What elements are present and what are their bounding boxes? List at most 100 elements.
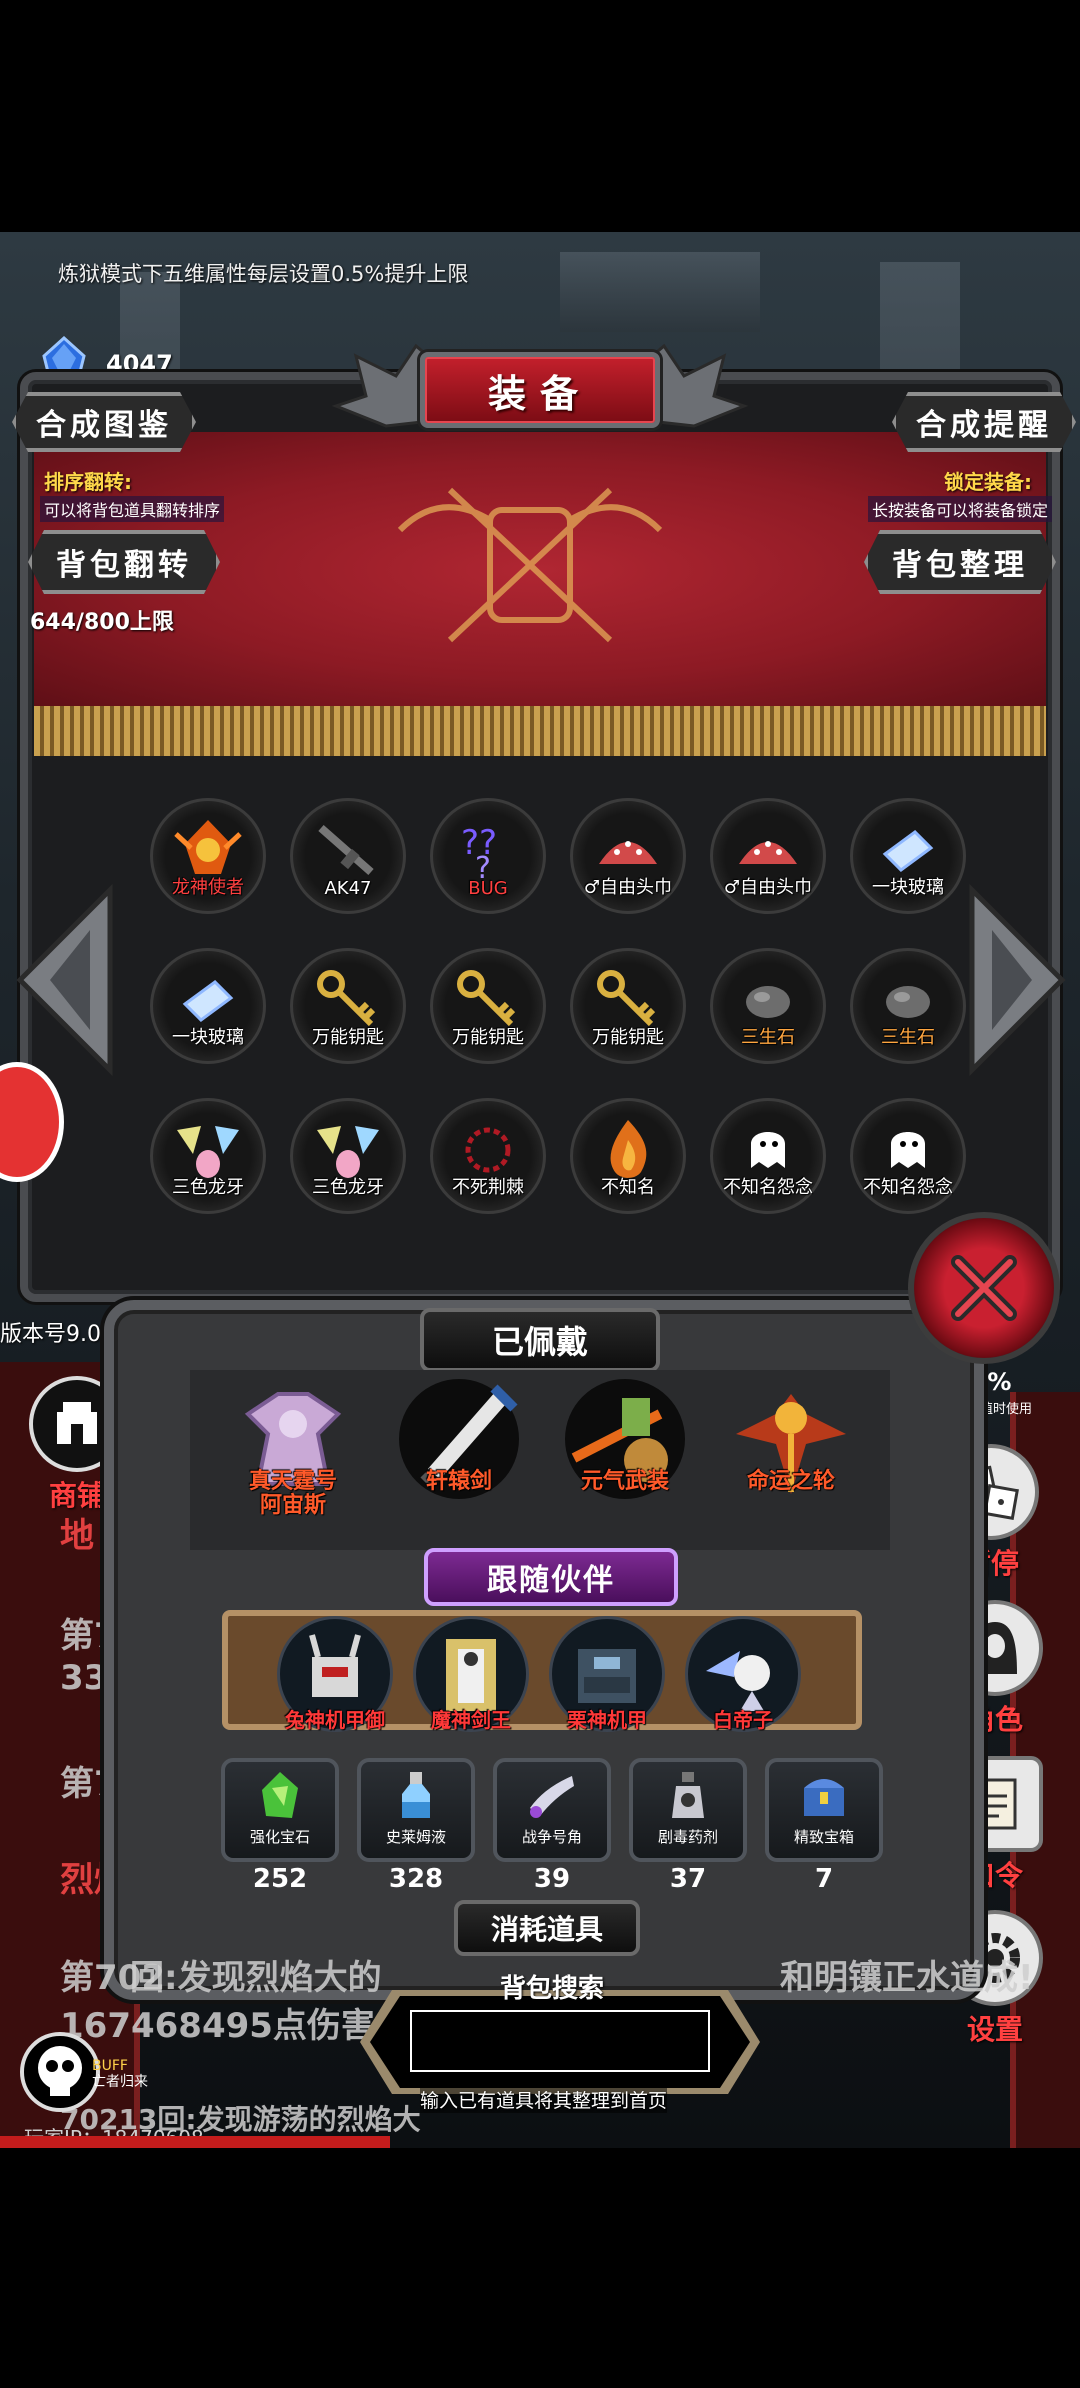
potion-icon [402, 1772, 430, 1818]
item-slot[interactable]: 三色龙牙 [278, 1098, 418, 1216]
item-slot[interactable]: 一块玻璃 [138, 948, 278, 1066]
consumable-name: 精致宝箱 [793, 1828, 854, 1846]
previous-page-arrow-icon[interactable] [10, 880, 120, 1080]
equipped-slot[interactable]: 真天霆号 阿宙斯 [218, 1374, 368, 1534]
item-slot[interactable]: 不知名 [558, 1098, 698, 1216]
item-label: ♂自由头巾 [723, 877, 813, 898]
item-label: 龙神使者 [172, 877, 244, 898]
equipped-label-line1: 轩辕剑 [425, 1469, 492, 1494]
consumable-slot[interactable]: 史莱姆液 328 [354, 1758, 478, 1896]
lock-equip-title: 锁定装备: [944, 470, 1032, 494]
item-label: BUG [468, 878, 508, 899]
question-bug-icon: ??? [461, 823, 497, 886]
search-label: 背包搜索 [500, 1974, 605, 2004]
item-grid: 龙神使者 AK47 ??? BUG ♂自由头巾 ♂自由头巾 一块玻璃 一块玻璃 … [138, 798, 968, 1216]
flip-bag-button[interactable]: 背包翻转 [28, 530, 220, 594]
log-line: 回:发现烈焰大的 [130, 1958, 382, 1998]
item-label: ♂自由头巾 [583, 877, 673, 898]
consumable-count: 39 [533, 1864, 571, 1894]
item-slot[interactable]: 不死荆棘 [418, 1098, 558, 1216]
sort-flip-title: 排序翻转: [44, 470, 132, 494]
item-label: 不知名怨念 [723, 1177, 813, 1198]
item-label: 不知名 [601, 1177, 655, 1198]
item-slot[interactable]: 万能钥匙 [558, 948, 698, 1066]
item-slot[interactable]: 龙神使者 [138, 798, 278, 916]
item-slot[interactable]: AK47 [278, 798, 418, 916]
equipped-label: 元气武装 [581, 1470, 669, 1494]
chest-icon [804, 1779, 844, 1816]
banner-fringe [34, 706, 1046, 756]
synthesis-guide-button[interactable]: 合成图鉴 [12, 392, 196, 452]
equipped-slot[interactable]: 元气武装 [550, 1374, 700, 1534]
poison-icon [672, 1772, 704, 1818]
health-bar [0, 2136, 390, 2148]
equipped-label: 轩辕剑 [426, 1470, 492, 1494]
sort-flip-hint: 可以将背包道具翻转排序 [40, 496, 225, 522]
buff-label: BUFF 亡者归来 [92, 2058, 148, 2090]
war-horn-icon [530, 1776, 574, 1818]
item-slot[interactable]: 一块玻璃 [838, 798, 978, 916]
search-hint: 输入已有道具将其整理到首页 [420, 2086, 668, 2113]
item-label: 三生石 [741, 1027, 795, 1048]
log-line: 和明镶正水道成! [780, 1958, 1034, 1998]
item-slot[interactable]: 万能钥匙 [278, 948, 418, 1066]
equipped-label: 命运之轮 [747, 1470, 835, 1494]
item-label: 不死荆棘 [452, 1177, 524, 1198]
item-label: AK47 [324, 878, 372, 899]
item-slot[interactable]: 万能钥匙 [418, 948, 558, 1066]
companion-slot[interactable]: 栗神机甲 [542, 1616, 672, 1742]
item-label: 一块玻璃 [872, 877, 944, 898]
log-line: 地 [60, 1516, 94, 1556]
equipped-title-text: 已佩戴 [491, 1323, 588, 1361]
item-slot[interactable]: 三色龙牙 [138, 1098, 278, 1216]
bag-search-input[interactable] [410, 2010, 710, 2072]
bag-capacity: 644/800上限 [30, 610, 174, 635]
organize-bag-button[interactable]: 背包整理 [864, 530, 1056, 594]
item-slot[interactable]: 三生石 [698, 948, 838, 1066]
item-label: 万能钥匙 [312, 1027, 384, 1048]
consumables-title-text: 消耗道具 [490, 1913, 603, 1946]
close-button[interactable] [908, 1212, 1060, 1364]
flip-bag-label: 背包翻转 [56, 548, 192, 583]
item-slot[interactable]: ♂自由头巾 [698, 798, 838, 916]
item-slot[interactable]: ??? BUG [418, 798, 558, 916]
consumable-name: 强化宝石 [249, 1828, 310, 1846]
buff-skull-icon[interactable] [20, 2032, 100, 2112]
panel-title: 装备 [420, 352, 660, 428]
equipped-slot[interactable]: 命运之轮 [716, 1374, 866, 1534]
item-slot[interactable]: ♂自由头巾 [558, 798, 698, 916]
close-icon [951, 1255, 1017, 1321]
equipped-title: 已佩戴 [420, 1308, 660, 1372]
consumable-slot[interactable]: 战争号角 39 [490, 1758, 614, 1896]
next-page-arrow-icon[interactable] [962, 880, 1072, 1080]
top-notice: 炼狱模式下五维属性每层设置0.5%提升上限 [58, 262, 469, 286]
lock-equip-hint: 长按装备可以将装备锁定 [868, 496, 1053, 522]
synthesis-reminder-button[interactable]: 合成提醒 [892, 392, 1076, 452]
synthesis-reminder-label: 合成提醒 [916, 408, 1052, 443]
companion-label: 魔神剑王 [431, 1708, 511, 1732]
companions-title-text: 跟随伙伴 [487, 1563, 615, 1598]
item-label: 三色龙牙 [172, 1177, 244, 1198]
companion-label: 栗神机甲 [567, 1708, 647, 1732]
companion-slot[interactable]: 白帝子 [678, 1616, 808, 1742]
item-slot[interactable]: 不知名怨念 [698, 1098, 838, 1216]
equipped-slot[interactable]: 轩辕剑 [384, 1374, 534, 1534]
companion-slot[interactable]: 兔神机甲御 [270, 1616, 400, 1742]
panel-title-text: 装备 [487, 371, 592, 416]
consumable-slot[interactable]: 强化宝石 252 [218, 1758, 342, 1896]
companion-slot[interactable]: 魔神剑王 [406, 1616, 536, 1742]
item-label: 三生石 [881, 1027, 935, 1048]
consumable-slot[interactable]: 剧毒药剂 37 [626, 1758, 750, 1896]
item-slot[interactable]: 不知名怨念 [838, 1098, 978, 1216]
consumable-name: 剧毒药剂 [657, 1828, 718, 1846]
consumable-slot[interactable]: 精致宝箱 7 [762, 1758, 886, 1896]
item-label: 一块玻璃 [172, 1027, 244, 1048]
companion-label: 兔神机甲御 [285, 1708, 385, 1732]
log-line: 167468495点伤害 [60, 2006, 375, 2046]
item-slot[interactable]: 三生石 [838, 948, 978, 1066]
buff-subtitle: 亡者归来 [92, 2074, 148, 2090]
status-bar-area [0, 0, 1080, 232]
equipped-label: 真天霆号 阿宙斯 [249, 1470, 337, 1518]
companion-label: 白帝子 [713, 1708, 773, 1732]
equipped-label-line1: 真天霆号 [248, 1469, 337, 1494]
